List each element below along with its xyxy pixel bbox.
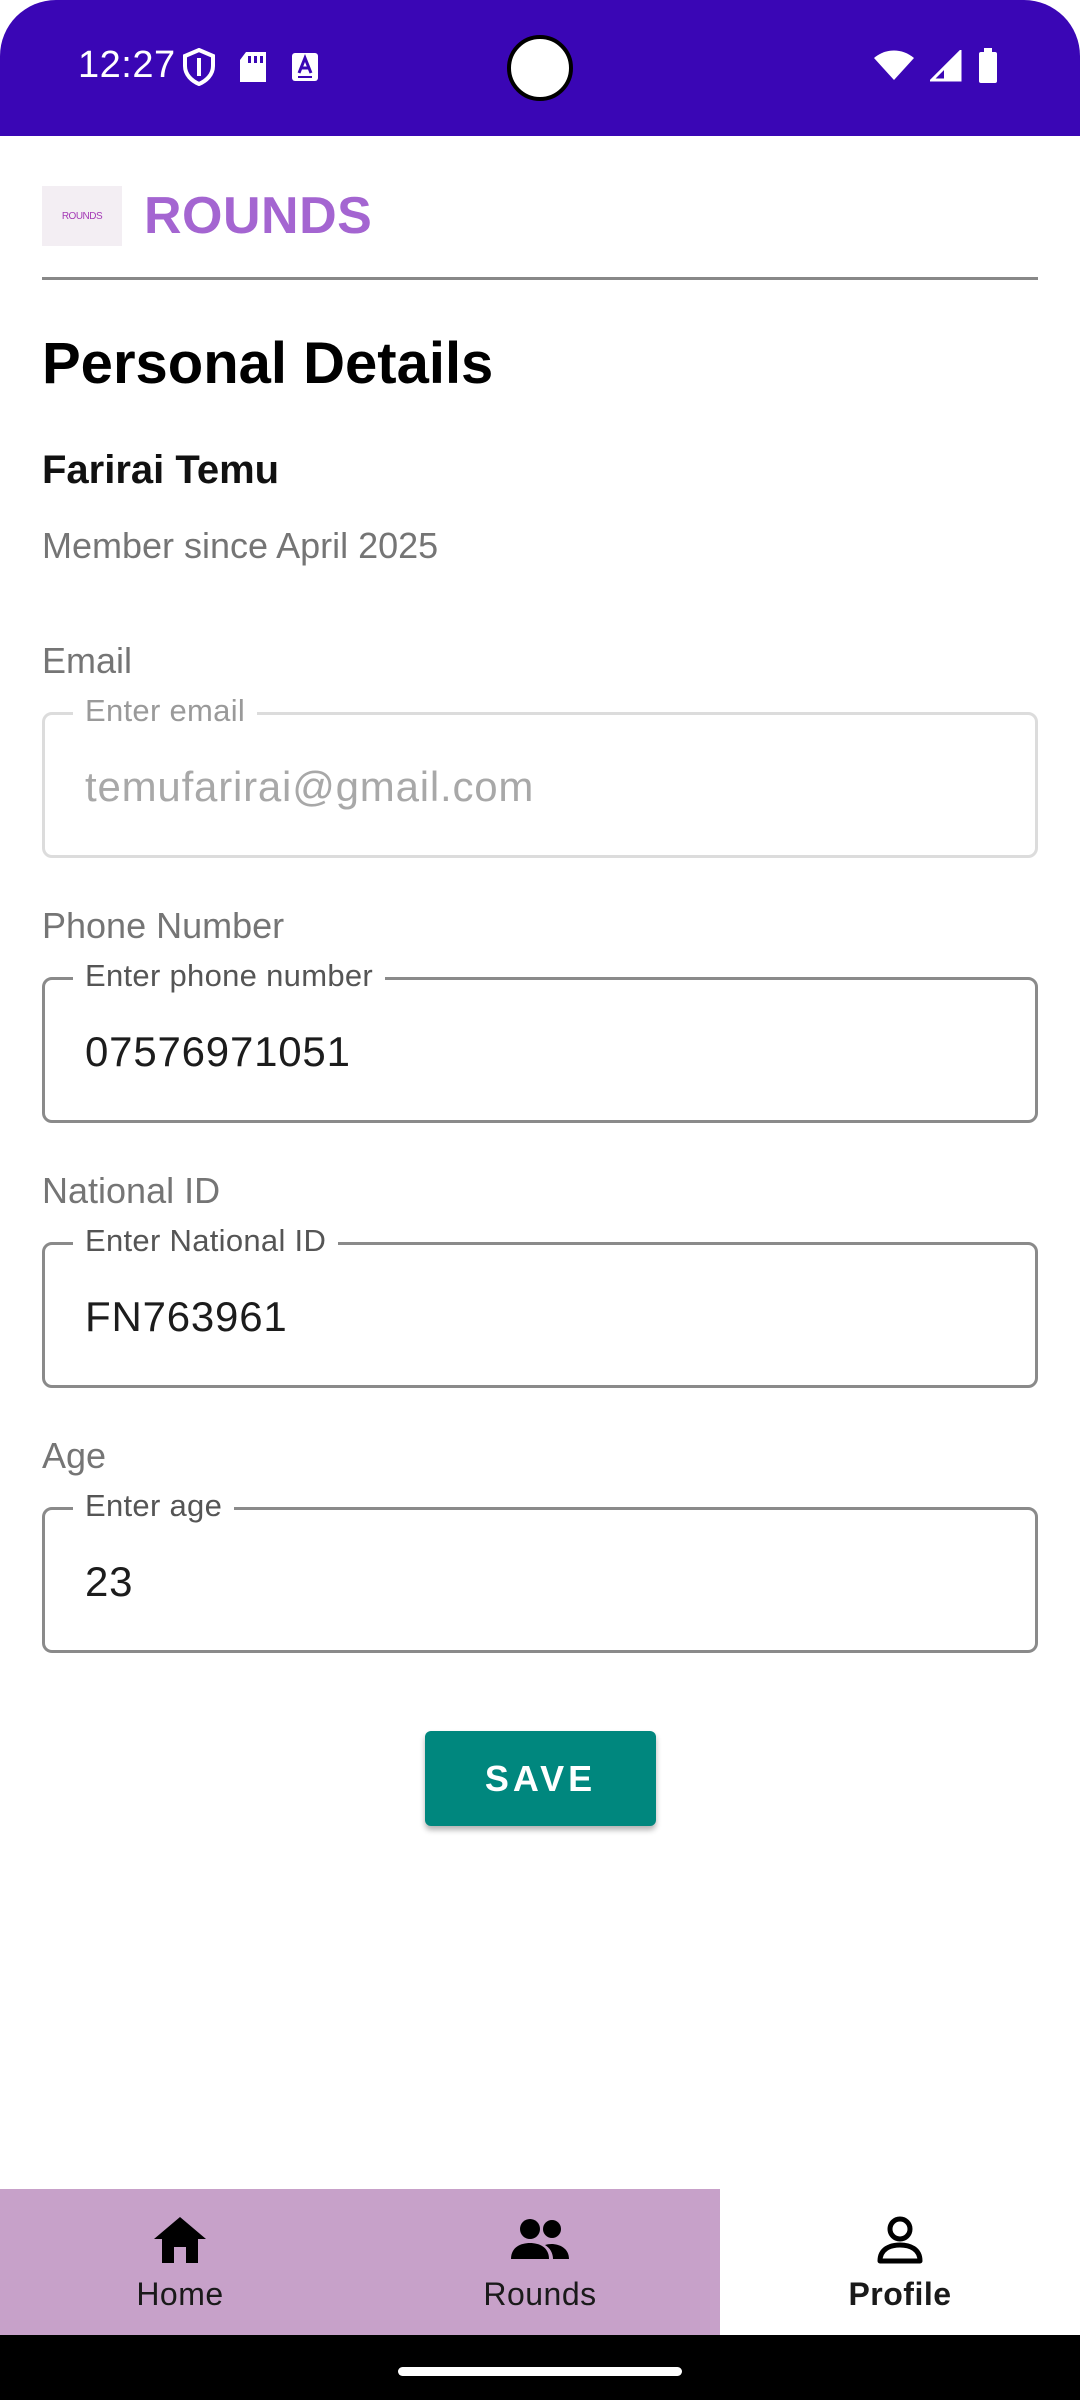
nav-label-home: Home <box>136 2276 224 2312</box>
user-name: Farirai Temu <box>42 448 280 492</box>
status-time: 12:27 <box>78 44 176 86</box>
home-gesture-handle[interactable] <box>398 2367 682 2376</box>
group-icon <box>509 2215 571 2270</box>
age-label: Age <box>42 1435 107 1476</box>
national-id-field-legend: Enter National ID <box>73 1223 339 1259</box>
nav-item-profile[interactable]: Profile <box>720 2189 1080 2335</box>
national-id-field-value[interactable]: FN763961 <box>85 1293 288 1341</box>
status-icons-left <box>182 47 320 91</box>
page-title: Personal Details <box>42 331 494 396</box>
app-header: ROUNDS ROUNDS <box>42 186 372 246</box>
shield-icon <box>182 47 216 91</box>
save-button[interactable]: SAVE <box>425 1731 656 1826</box>
status-icons-right <box>874 48 998 89</box>
phone-field-value[interactable]: 07576971051 <box>85 1028 351 1076</box>
header-divider <box>42 277 1038 280</box>
wifi-icon <box>874 50 914 87</box>
national-id-field[interactable]: Enter National ID FN763961 <box>42 1223 1038 1388</box>
age-field-value[interactable]: 23 <box>85 1558 133 1606</box>
person-icon <box>875 2215 925 2270</box>
email-field: Enter email temufarirai@gmail.com <box>42 693 1038 858</box>
camera-cutout <box>507 35 573 101</box>
app-logo-text: ROUNDS <box>61 210 103 222</box>
battery-icon <box>978 48 998 89</box>
sd-card-icon <box>238 50 268 89</box>
email-label: Email <box>42 640 133 681</box>
nav-item-home[interactable]: Home <box>0 2189 360 2335</box>
phone-field[interactable]: Enter phone number 07576971051 <box>42 958 1038 1123</box>
member-since: Member since April 2025 <box>42 525 439 566</box>
nav-label-profile: Profile <box>848 2276 952 2312</box>
app-title: ROUNDS <box>144 187 373 245</box>
age-field[interactable]: Enter age 23 <box>42 1488 1038 1653</box>
email-field-legend: Enter email <box>73 693 258 729</box>
age-field-legend: Enter age <box>73 1488 235 1524</box>
bottom-nav: Home Rounds Profile <box>0 2189 1080 2335</box>
email-field-value: temufarirai@gmail.com <box>85 763 535 810</box>
nav-label-rounds: Rounds <box>483 2276 597 2312</box>
keyboard-a-icon <box>290 51 320 88</box>
home-icon <box>152 2215 208 2270</box>
nav-item-rounds[interactable]: Rounds <box>360 2189 720 2335</box>
signal-icon <box>928 48 962 87</box>
phone-field-legend: Enter phone number <box>73 958 386 994</box>
app-logo: ROUNDS <box>42 186 122 246</box>
national-id-label: National ID <box>42 1170 221 1211</box>
phone-label: Phone Number <box>42 905 285 946</box>
